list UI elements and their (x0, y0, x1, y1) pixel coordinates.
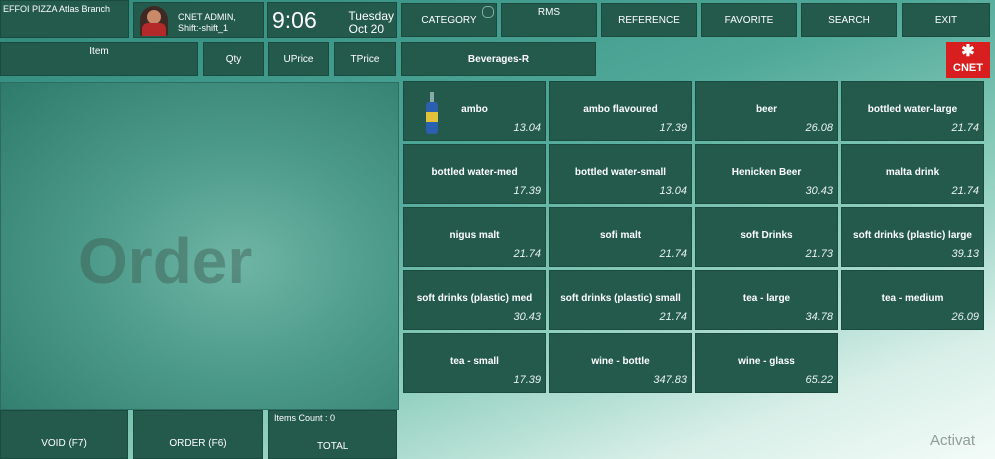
maple-leaf-icon: ✱ (961, 43, 975, 60)
item-name: sofi malt (599, 230, 642, 241)
item-tile[interactable]: ambo flavoured 17.39 (549, 81, 692, 141)
user-panel: CNET ADMIN, Shift:-shift_1 (133, 2, 264, 38)
item-name: Henicken Beer (731, 167, 802, 178)
item-tile[interactable]: bottled water-med 17.39 (403, 144, 546, 204)
corner-fold-icon (482, 6, 494, 18)
item-tile[interactable]: soft drinks (plastic) large 39.13 (841, 207, 984, 267)
item-price: 26.09 (951, 311, 979, 323)
total-panel: Items Count : 0 TOTAL (268, 410, 397, 459)
item-price: 21.74 (951, 185, 979, 197)
item-name: tea - large (742, 293, 791, 304)
order-button[interactable]: ORDER (F6) (133, 410, 263, 459)
item-price: 347.83 (653, 374, 687, 386)
item-tile[interactable]: tea - small 17.39 (403, 333, 546, 393)
item-tile[interactable]: soft drinks (plastic) med 30.43 (403, 270, 546, 330)
item-tile[interactable]: tea - medium 26.09 (841, 270, 984, 330)
item-price: 30.43 (805, 185, 833, 197)
item-tile[interactable]: tea - large 34.78 (695, 270, 838, 330)
favorite-button[interactable]: FAVORITE (701, 3, 797, 37)
item-price: 17.39 (659, 122, 687, 134)
items-count: Items Count : 0 (274, 413, 336, 423)
item-name: tea - small (450, 356, 499, 367)
logo-text: CNET (953, 62, 983, 74)
item-name: soft drinks (plastic) small (560, 293, 681, 304)
order-watermark: Order (78, 225, 253, 297)
clock-date: Oct 20 (348, 22, 384, 36)
item-tile[interactable]: nigus malt 21.74 (403, 207, 546, 267)
user-name: CNET ADMIN, (178, 12, 236, 22)
item-tile[interactable]: bottled water-small 13.04 (549, 144, 692, 204)
item-price: 17.39 (513, 185, 541, 197)
void-button[interactable]: VOID (F7) (0, 410, 128, 459)
bottle-icon (426, 92, 438, 134)
column-tprice: TPrice (334, 42, 396, 76)
exit-button[interactable]: EXIT (902, 3, 990, 37)
item-name: ambo flavoured (583, 104, 658, 115)
item-price: 13.04 (659, 185, 687, 197)
item-name: bottled water-small (574, 167, 667, 178)
clock-time: 9:06 (272, 7, 317, 33)
category-label: CATEGORY (421, 14, 477, 26)
category-button[interactable]: CATEGORY (401, 3, 497, 37)
item-price: 30.43 (513, 311, 541, 323)
item-name: wine - bottle (591, 356, 650, 367)
item-tile[interactable]: sofi malt 21.74 (549, 207, 692, 267)
item-tile[interactable]: wine - glass 65.22 (695, 333, 838, 393)
item-price: 65.22 (805, 374, 833, 386)
item-tile[interactable]: bottled water-large 21.74 (841, 81, 984, 141)
item-tile[interactable]: soft drinks (plastic) small 21.74 (549, 270, 692, 330)
item-price: 21.74 (659, 248, 687, 260)
item-name: soft drinks (plastic) large (853, 230, 972, 241)
item-tile[interactable]: soft Drinks 21.73 (695, 207, 838, 267)
item-price: 21.74 (513, 248, 541, 260)
item-name: nigus malt (449, 230, 500, 241)
item-tile[interactable]: malta drink 21.74 (841, 144, 984, 204)
item-price: 26.08 (805, 122, 833, 134)
rms-button[interactable]: RMS (501, 3, 597, 37)
column-qty: Qty (203, 42, 264, 76)
item-tile[interactable]: beer 26.08 (695, 81, 838, 141)
item-name: malta drink (885, 167, 940, 178)
activate-watermark: Activat (930, 432, 976, 449)
item-price: 17.39 (513, 374, 541, 386)
cnet-logo: ✱ CNET (946, 42, 990, 78)
item-tile[interactable]: wine - bottle 347.83 (549, 333, 692, 393)
item-name: wine - glass (738, 356, 795, 367)
item-name: bottled water-med (431, 167, 518, 178)
reference-button[interactable]: REFERENCE (601, 3, 697, 37)
item-name: soft drinks (plastic) med (416, 293, 533, 304)
item-price: 39.13 (951, 248, 979, 260)
category-title: Beverages-R (401, 42, 596, 76)
clock-panel: 9:06 Tuesday Oct 20 (267, 2, 397, 38)
branch-name: EFFOI PIZZA Atlas Branch (0, 0, 129, 38)
item-tile[interactable]: Henicken Beer 30.43 (695, 144, 838, 204)
search-button[interactable]: SEARCH (801, 3, 897, 37)
item-name: soft Drinks (740, 230, 793, 241)
item-price: 13.04 (513, 122, 541, 134)
item-name: tea - medium (881, 293, 944, 304)
clock-day: Tuesday (348, 9, 394, 23)
avatar (140, 6, 168, 36)
column-uprice: UPrice (268, 42, 329, 76)
total-label: TOTAL (317, 441, 349, 452)
item-price: 34.78 (805, 311, 833, 323)
item-name: beer (755, 104, 778, 115)
column-item: Item (0, 42, 198, 76)
shift-label: Shift:-shift_1 (178, 23, 229, 33)
item-price: 21.73 (805, 248, 833, 260)
item-price: 21.74 (659, 311, 687, 323)
item-tile[interactable]: ambo 13.04 (403, 81, 546, 141)
item-name: bottled water-large (867, 104, 958, 115)
item-price: 21.74 (951, 122, 979, 134)
